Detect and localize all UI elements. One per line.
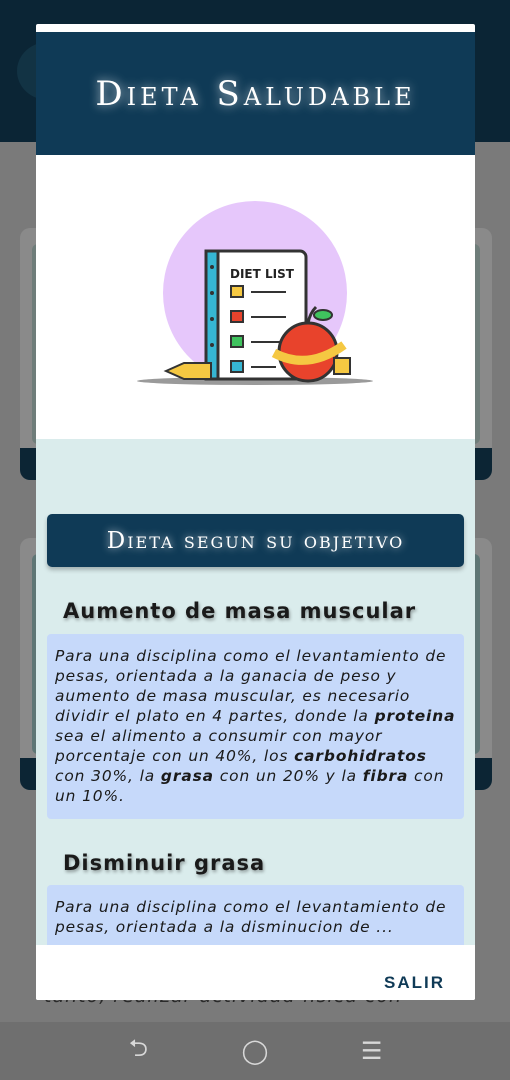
clipboard-spine — [204, 249, 220, 381]
back-icon[interactable]: ⮌ — [118, 1031, 158, 1071]
diet-list-label: DIET LIST — [230, 267, 295, 281]
dialog-footer: SALIR — [36, 945, 475, 1000]
illustration-area: DIET LIST — [36, 155, 475, 439]
exit-button[interactable]: SALIR — [384, 973, 445, 993]
recents-icon[interactable]: ☰ — [352, 1031, 392, 1071]
home-icon[interactable]: ◯ — [235, 1031, 275, 1071]
section-banner: Dieta segun su objetivo — [47, 514, 464, 567]
topic-description: Para una disciplina como el levantamient… — [47, 885, 464, 945]
topic-heading: Disminuir grasa — [63, 851, 266, 875]
dialog-title-bar: Dieta Saludable — [36, 32, 475, 155]
section-banner-title: Dieta segun su objetivo — [106, 527, 405, 554]
system-navbar: ⮌ ◯ ☰ — [0, 1022, 510, 1080]
diet-dialog: Dieta Saludable DIET LIST Dieta segun su… — [36, 24, 475, 1000]
topic-description: Para una disciplina como el levantamient… — [47, 634, 464, 819]
dialog-title: Dieta Saludable — [95, 73, 416, 114]
content-scroll-area[interactable]: Dieta segun su objetivo Aumento de masa … — [36, 439, 475, 945]
diet-list-illustration: DIET LIST — [137, 201, 373, 385]
topic-heading: Aumento de masa muscular — [63, 599, 417, 623]
